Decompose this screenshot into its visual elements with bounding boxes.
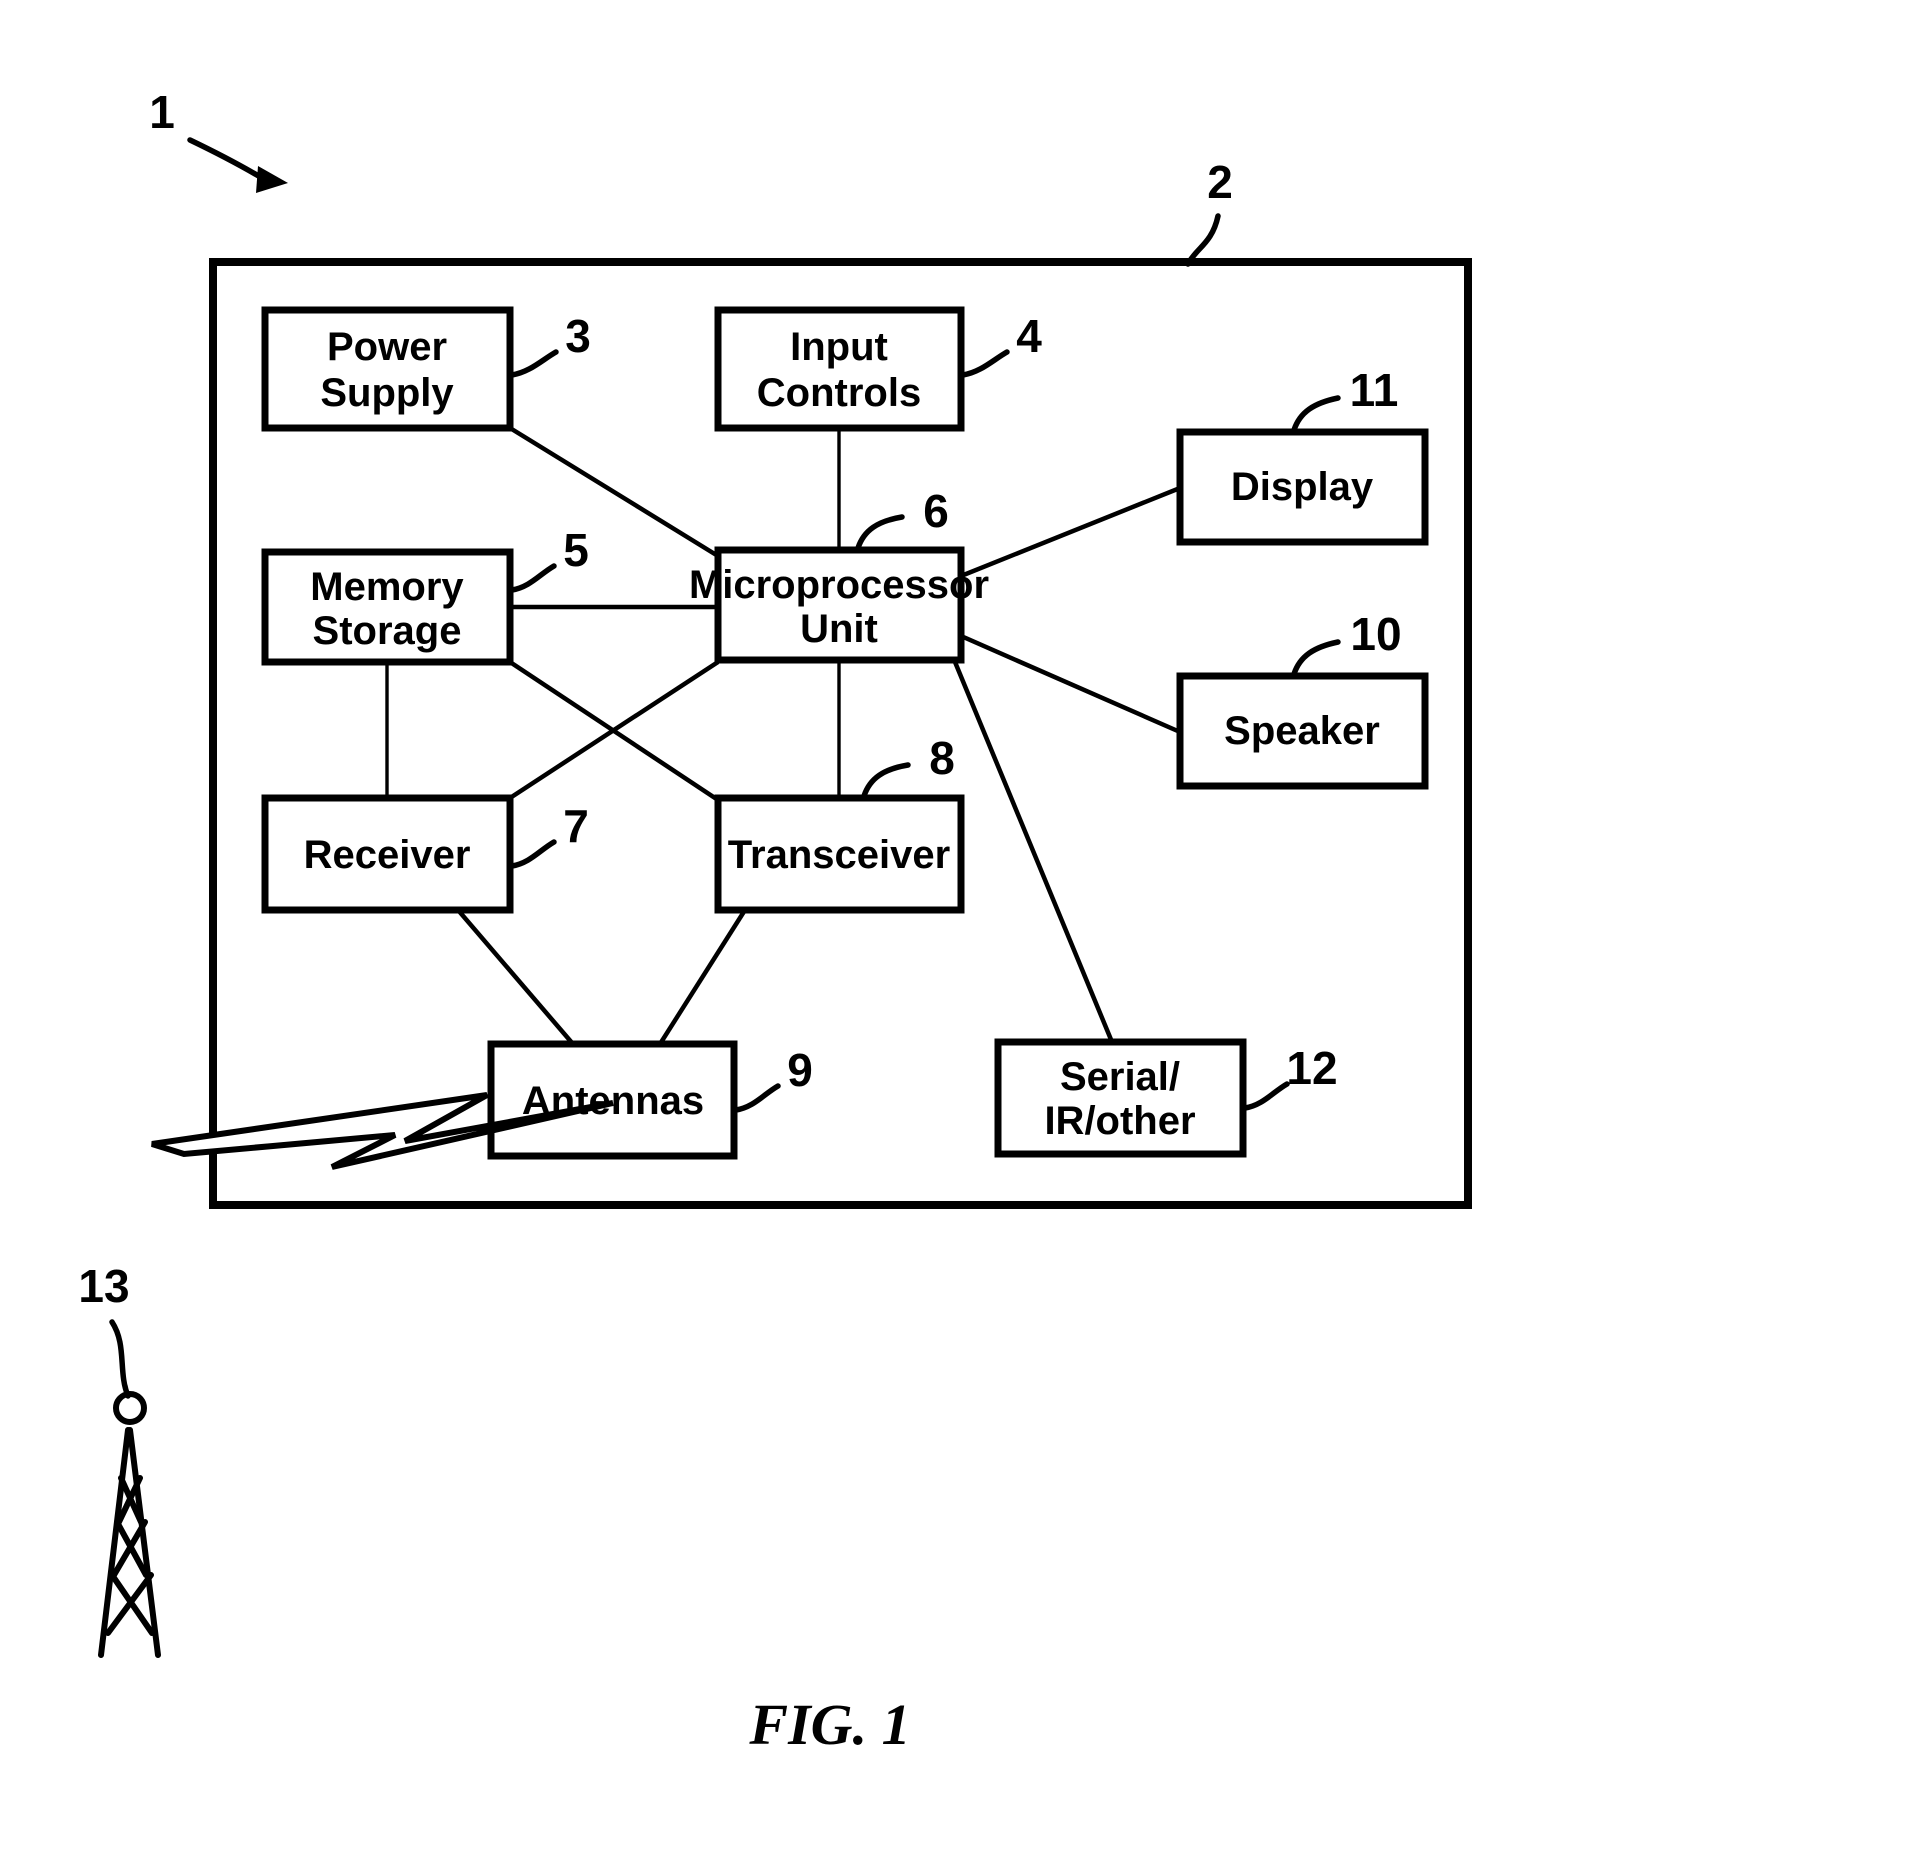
ref-number-13: 13 [78,1260,129,1312]
ref-number-7: 7 [563,800,589,852]
block-memory-storage[interactable]: Memory Storage [261,548,514,666]
ref-number-8: 8 [929,732,955,784]
wire-mpu-to-display [960,485,1181,579]
ref-3-leader [509,349,559,378]
block-input-controls-label-line2: Controls [757,371,921,415]
ref-7-leader [509,839,557,869]
wire-power-to-mpu [508,426,720,558]
block-speaker-label: Speaker [1224,709,1380,753]
figure-caption: FIG. 1 [748,1692,910,1757]
block-input-controls[interactable]: Input Controls [714,306,965,432]
block-diagram-canvas: 1 2 Power Supply 3 Input Controls 4 Disp… [78,86,1472,1757]
ref-number-9: 9 [787,1044,813,1096]
block-microprocessor-unit[interactable]: Microprocessor Unit [689,546,989,664]
ref-11-leader [1291,395,1341,433]
ref-6-leader [855,514,905,551]
wire-transceiver-to-antennas [658,908,747,1046]
ref-number-1: 1 [149,86,175,138]
ref-12-leader [1242,1081,1290,1111]
ref-number-6: 6 [923,485,949,537]
block-power-supply-label-line2: Supply [320,371,454,415]
ref-number-3: 3 [565,310,591,362]
ref-10-leader [1291,639,1341,677]
block-memory-storage-label-line2: Storage [313,609,462,653]
ref-number-12: 12 [1286,1042,1337,1094]
ref-1-leader [187,137,288,193]
wire-mpu-to-speaker [960,633,1181,735]
wire-receiver-to-antennas [456,908,575,1046]
ref-number-4: 4 [1016,310,1042,362]
ref-2-leader [1185,213,1221,267]
ref-4-leader [960,349,1010,378]
block-receiver-label: Receiver [304,833,471,877]
block-power-supply-label-line1: Power [327,325,447,369]
ref-9-leader [733,1083,781,1113]
ref-number-5: 5 [563,524,589,576]
wire-mpu-to-serial [952,661,1115,1043]
ref-5-leader [509,563,557,593]
block-microprocessor-label-line2: Unit [800,607,878,651]
block-speaker[interactable]: Speaker [1176,672,1429,790]
ref-8-leader [861,762,911,799]
ref-number-11: 11 [1350,364,1399,416]
block-memory-storage-label-line1: Memory [310,565,464,609]
block-display[interactable]: Display [1176,428,1429,546]
block-input-controls-label-line1: Input [790,325,888,369]
ref-13-leader [109,1319,131,1399]
ref-number-2: 2 [1207,156,1233,208]
block-microprocessor-label-line1: Microprocessor [689,563,989,607]
connection-wires [385,426,1181,1046]
block-power-supply[interactable]: Power Supply [261,306,514,432]
cell-tower-icon [98,1391,161,1658]
block-serial-label-line1: Serial/ [1060,1055,1180,1099]
block-display-label: Display [1231,465,1374,509]
ref-number-10: 10 [1350,608,1401,660]
block-transceiver[interactable]: Transceiver [714,794,965,914]
block-receiver[interactable]: Receiver [261,794,514,914]
block-transceiver-label: Transceiver [728,833,950,877]
block-antennas[interactable]: Antennas [487,1040,738,1160]
patent-figure: 1 2 Power Supply 3 Input Controls 4 Disp… [0,0,1915,1852]
block-serial-ir-other[interactable]: Serial/ IR/other [994,1038,1247,1158]
block-serial-label-line2: IR/other [1044,1099,1195,1143]
